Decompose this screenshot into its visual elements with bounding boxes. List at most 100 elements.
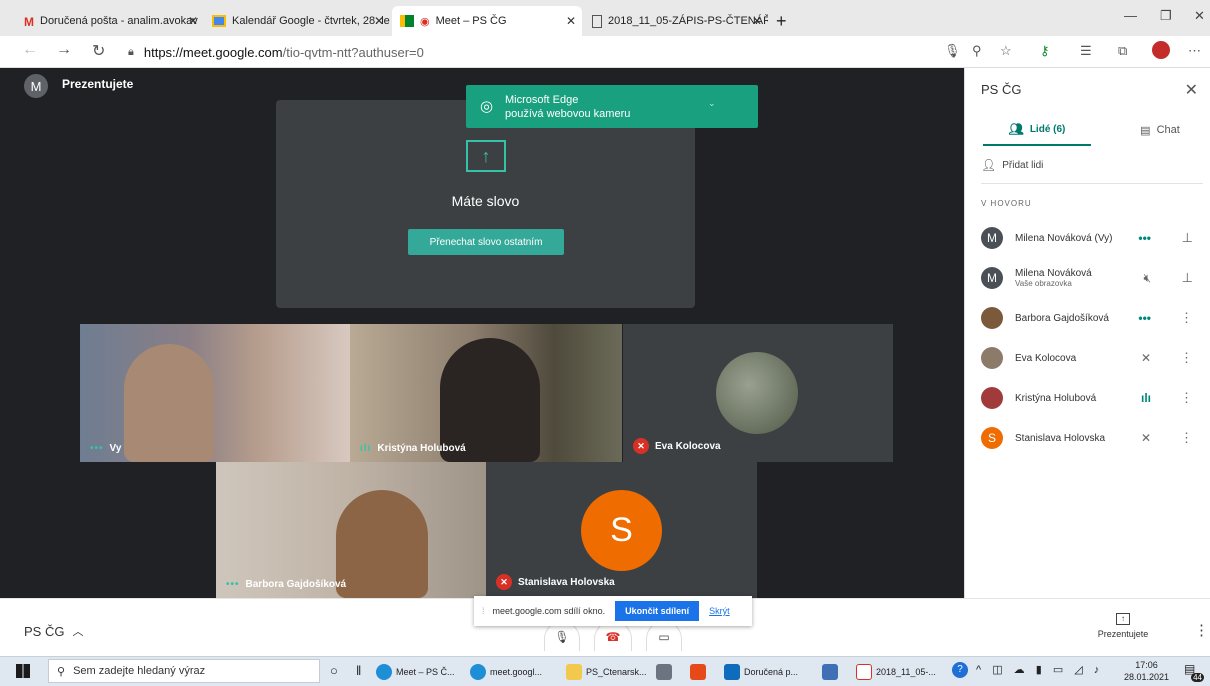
- video-tile-kristyna[interactable]: ılı Kristýna Holubová: [350, 324, 622, 462]
- notification-center[interactable]: ▤ 44: [1184, 662, 1204, 682]
- share-text: meet.google.com sdílí okno.: [492, 606, 606, 616]
- system-tray-icons[interactable]: ^ ◫ ☁ ▮ ▭ ◿ ♪: [976, 663, 1103, 676]
- participant-row[interactable]: M Milena Nováková Vaše obrazovka 🔇︎ ⊥: [965, 258, 1210, 298]
- tab-people[interactable]: 👥︎ Lidé (6): [983, 114, 1091, 146]
- favorites-icon[interactable]: ☰: [1080, 43, 1092, 59]
- browser-tab-bar: M Doručená pošta - analim.avokav ✕ Kalen…: [0, 0, 1210, 36]
- speaking-dots-icon: •••: [90, 443, 104, 454]
- video-tile-stanislava[interactable]: S ✕ Stanislava Holovska: [486, 462, 757, 598]
- participant-name-text: Milena Nováková: [1015, 268, 1092, 279]
- upload-arrow-icon: ↑: [466, 140, 506, 172]
- tile-name: Kristýna Holubová: [377, 443, 466, 454]
- panel-title: PS ČG: [981, 82, 1022, 97]
- user-app-icon[interactable]: [822, 661, 842, 683]
- tab-chat[interactable]: ▤ Chat: [1115, 114, 1205, 146]
- pin-icon[interactable]: ⊥: [1182, 230, 1193, 246]
- video-tile-barbora[interactable]: ••• Barbora Gajdošíková: [216, 462, 486, 598]
- taskbar-app[interactable]: PS_Ctenarsk...: [566, 661, 647, 683]
- url-path: /tio-qvtm-ntt?authuser=0: [282, 44, 424, 60]
- reload-icon[interactable]: ↻: [92, 41, 105, 61]
- office-icon[interactable]: [690, 661, 710, 683]
- forward-icon[interactable]: →: [56, 41, 72, 59]
- close-icon[interactable]: ✕: [1185, 80, 1198, 100]
- collections-icon[interactable]: ⧉: [1118, 43, 1127, 59]
- favorite-add-icon[interactable]: ☆: [1000, 43, 1012, 59]
- present-button[interactable]: ↑ Prezentujete: [1086, 613, 1160, 639]
- tab-meet[interactable]: ◉ Meet – PS ČG ✕: [392, 6, 582, 36]
- close-icon[interactable]: ✕: [566, 14, 576, 28]
- taskbar-app[interactable]: Meet – PS Č...: [376, 661, 455, 683]
- profile-avatar[interactable]: [1152, 41, 1170, 59]
- stop-presenting-button[interactable]: Přenechat slovo ostatním: [408, 229, 564, 255]
- audio-muted-icon: 🔇︎: [1143, 270, 1151, 285]
- chevron-down-icon[interactable]: ⌄: [708, 98, 716, 109]
- help-icon[interactable]: ?: [952, 662, 968, 678]
- taskbar-search[interactable]: ⚲ Sem zadejte hledaný výraz: [48, 659, 320, 683]
- maximize-icon[interactable]: ❐: [1160, 8, 1172, 24]
- participant-row[interactable]: Eva Kolocova ✕ ⋮: [965, 338, 1210, 378]
- camera-notification[interactable]: ◎ Microsoft Edge používá webovou kameru …: [466, 85, 758, 128]
- close-icon[interactable]: ✕: [374, 14, 384, 28]
- webcam-icon: ◎: [480, 98, 494, 115]
- more-icon[interactable]: ⋯: [1188, 43, 1201, 59]
- more-vert-icon[interactable]: ⋮: [1180, 350, 1193, 366]
- speaking-dots-icon: •••: [226, 579, 240, 590]
- avatar: M: [981, 227, 1003, 249]
- task-view-icon[interactable]: ‖: [356, 663, 361, 678]
- notice-subtitle: používá webovou kameru: [505, 108, 631, 120]
- pin-icon[interactable]: ⊥: [1182, 270, 1193, 286]
- add-people-label: Přidat lidi: [1002, 159, 1044, 171]
- key-icon[interactable]: ⚷: [1040, 43, 1050, 59]
- windows-start-icon[interactable]: [16, 664, 30, 678]
- more-vert-icon[interactable]: ⋮: [1194, 621, 1209, 639]
- more-vert-icon[interactable]: ⋮: [1180, 430, 1193, 446]
- mic-off-icon: ✕: [1140, 431, 1151, 445]
- app-label: PS_Ctenarsk...: [586, 667, 647, 677]
- close-icon[interactable]: ✕: [188, 14, 198, 28]
- taskbar-app[interactable]: meet.googl...: [470, 661, 542, 683]
- participant-row[interactable]: M Milena Nováková (Vy) ••• ⊥: [965, 218, 1210, 258]
- participant-row[interactable]: S Stanislava Holovska ✕ ⋮: [965, 418, 1210, 458]
- taskbar-app[interactable]: Doručená p...: [724, 661, 798, 683]
- notice-title: Microsoft Edge: [505, 94, 579, 106]
- url-field[interactable]: 🔒︎ https://meet.google.com /tio-qvtm-ntt…: [128, 40, 928, 64]
- clock[interactable]: 17:06 28.01.2021: [1124, 659, 1169, 683]
- tab-calendar[interactable]: Kalendář Google - čtvrtek, 28. le ✕: [204, 6, 390, 36]
- drag-handle-icon[interactable]: ⁞: [482, 606, 485, 616]
- mic-off-icon: ✕: [633, 438, 649, 454]
- more-vert-icon[interactable]: ⋮: [1180, 310, 1193, 326]
- avatar: S: [981, 427, 1003, 449]
- folder-icon: [566, 664, 582, 680]
- tab-label: Meet – PS ČG: [435, 15, 507, 27]
- people-panel: PS ČG ✕ 👥︎ Lidé (6) ▤ Chat 👤︎ Přidat lid…: [964, 68, 1210, 598]
- video-tile-self[interactable]: ••• Vy: [80, 324, 350, 462]
- taskbar-app[interactable]: 2018_11_05-...: [856, 661, 936, 683]
- close-icon[interactable]: ✕: [752, 14, 762, 28]
- share-notification: ⁞ meet.google.com sdílí okno. Ukončit sd…: [474, 596, 752, 626]
- app-label: Meet – PS Č...: [396, 667, 455, 677]
- calculator-icon[interactable]: [656, 661, 676, 683]
- tile-name: Vy: [109, 443, 122, 454]
- app-label: 2018_11_05-...: [876, 667, 936, 677]
- cortana-icon[interactable]: ○: [330, 663, 338, 678]
- back-icon[interactable]: ←: [22, 41, 38, 59]
- minimize-icon[interactable]: —: [1124, 8, 1137, 23]
- avatar: [981, 307, 1003, 329]
- tile-avatar: S: [581, 490, 662, 571]
- tab-document[interactable]: 2018_11_05-ZÁPIS-PS-ČTENÁŘS ✕: [584, 6, 768, 36]
- window-close-icon[interactable]: ✕: [1194, 8, 1205, 24]
- meeting-details-button[interactable]: PS ČG ︿: [24, 623, 83, 639]
- microphone-icon[interactable]: 🎙︎: [944, 43, 961, 59]
- participant-name: Eva Kolocova: [1015, 352, 1077, 364]
- video-tile-eva[interactable]: ✕ Eva Kolocova: [623, 324, 893, 462]
- add-people-button[interactable]: 👤︎ Přidat lidi: [981, 158, 1043, 172]
- tab-gmail[interactable]: M Doručená pošta - analim.avokav ✕: [16, 6, 204, 36]
- windows-taskbar: ⚲ Sem zadejte hledaný výraz ○ ‖ Meet – P…: [0, 656, 1210, 686]
- zoom-icon[interactable]: ⚲: [972, 43, 982, 59]
- new-tab-button[interactable]: +: [768, 6, 798, 36]
- stop-sharing-button[interactable]: Ukončit sdílení: [615, 601, 700, 621]
- hide-link[interactable]: Skrýt: [709, 606, 730, 616]
- more-vert-icon[interactable]: ⋮: [1180, 390, 1193, 406]
- participant-row[interactable]: Barbora Gajdošíková ••• ⋮: [965, 298, 1210, 338]
- participant-row[interactable]: Kristýna Holubová ılı ⋮: [965, 378, 1210, 418]
